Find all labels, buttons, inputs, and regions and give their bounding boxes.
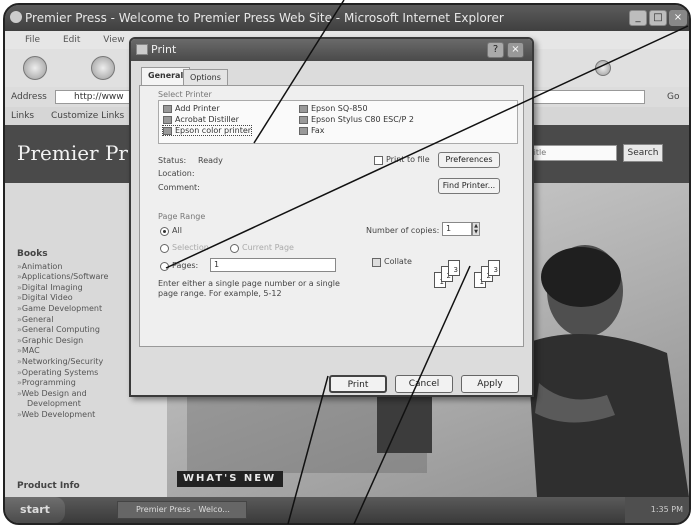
callout-line-copies bbox=[353, 265, 471, 524]
callout-line-print-button bbox=[287, 375, 329, 524]
callout-line-printer bbox=[253, 0, 345, 144]
callout-line-page-range bbox=[165, 25, 689, 269]
callout-lines bbox=[165, 0, 689, 524]
